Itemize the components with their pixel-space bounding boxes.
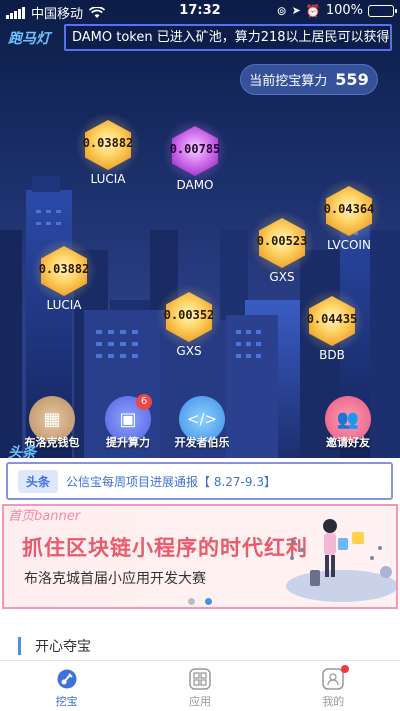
happy-treasure-section: 开心夺宝 <box>18 636 91 656</box>
mining-power-value: 559 <box>335 70 369 89</box>
gem-gxs-right[interactable]: 0.00523 GXS <box>246 210 316 298</box>
alarm-icon: ⏰ <box>305 3 321 18</box>
battery-percent: 100% <box>325 3 363 18</box>
gem-lucia-left[interactable]: 0.03882 LUCIA <box>28 238 98 326</box>
boost-badge: 6 <box>136 394 152 410</box>
tab-apps[interactable]: 应用 <box>133 661 266 711</box>
home-banner[interactable]: 首页banner 抓住区块链小程序的时代红利 布洛克城首届小应用开发大赛 <box>2 504 398 609</box>
gem-name: GXS <box>176 344 202 358</box>
banner-title: 抓住区块链小程序的时代红利 <box>22 536 308 560</box>
gem-damo[interactable]: 0.00785 DAMO <box>159 118 229 206</box>
notification-dot <box>340 665 349 673</box>
battery-icon <box>368 4 397 17</box>
gem-value: 0.00785 <box>169 142 221 156</box>
gem-value: 0.03882 <box>82 136 134 150</box>
tab-apps-label: 应用 <box>188 695 211 708</box>
gem-name: DAMO <box>176 178 214 192</box>
gem-name: GXS <box>269 270 295 284</box>
status-bar: 中国移动 17:32 ⊚ ➤ ⏰ 100% <box>0 0 400 22</box>
banner-subtitle: 布洛克城首届小应用开发大赛 <box>24 571 206 587</box>
news-text: 公信宝每周项目进展通报【 8.27-9.3】 <box>66 474 276 489</box>
developer-label: 开发者伯乐 <box>174 436 230 449</box>
location-icon: ➤ <box>291 4 301 17</box>
invite-friends-button[interactable]: 👥 邀请好友 <box>316 396 380 450</box>
gem-value: 0.00352 <box>163 308 215 322</box>
gem-value: 0.04435 <box>306 312 358 326</box>
gem-name: LUCIA <box>90 172 126 186</box>
tab-mine-label: 挖宝 <box>55 695 78 708</box>
headline-section-mark: 头条 <box>8 445 36 458</box>
gem-name: LVCOIN <box>327 238 371 252</box>
section-accent-bar <box>18 637 21 655</box>
happy-treasure-title: 开心夺宝 <box>35 639 91 655</box>
orientation-lock-icon: ⊚ <box>276 3 287 18</box>
gem-value: 0.00523 <box>256 234 308 248</box>
bottom-tab-bar: 挖宝 应用 我的 <box>0 660 400 711</box>
gem-gxs-center[interactable]: 0.00352 GXS <box>153 284 223 372</box>
mining-power-pill[interactable]: 当前挖宝算力 559 <box>240 64 378 95</box>
marquee-tag: 跑马灯 <box>8 31 50 47</box>
tab-me-label: 我的 <box>322 695 345 708</box>
marquee-text: DAMO token 已进入矿池，算力218以上居民可以获得! <box>64 24 392 51</box>
pagination-dot[interactable] <box>205 598 212 605</box>
mining-hero: 中国移动 17:32 ⊚ ➤ ⏰ 100% 跑马灯 DAMO token 已进入… <box>0 0 400 458</box>
tab-me[interactable]: 我的 <box>267 661 400 711</box>
banner-illustration <box>286 519 396 602</box>
gem-bdb[interactable]: 0.04435 BDB <box>296 288 366 376</box>
boost-power-button[interactable]: ▣ 6 提升算力 <box>96 394 160 450</box>
pagination-dot[interactable] <box>188 598 195 605</box>
gem-value: 0.03882 <box>38 262 90 276</box>
developer-button[interactable]: </> 开发者伯乐 <box>170 396 234 450</box>
apps-grid-icon <box>188 667 212 691</box>
banner-pagination <box>0 598 400 605</box>
banner-mark: 首页banner <box>8 509 81 524</box>
gem-value: 0.04364 <box>323 202 375 216</box>
gem-name: LUCIA <box>46 298 82 312</box>
mining-power-label: 当前挖宝算力 <box>249 74 328 89</box>
gem-name: BDB <box>319 348 345 362</box>
tab-mine[interactable]: 挖宝 <box>0 661 133 711</box>
invite-friends-label: 邀请好友 <box>326 436 370 449</box>
gem-lucia-top[interactable]: 0.03882 LUCIA <box>72 112 142 200</box>
news-ticker[interactable]: 头条 公信宝每周项目进展通报【 8.27-9.3】 <box>6 462 393 500</box>
gem-lvcoin[interactable]: 0.04364 LVCOIN <box>313 178 383 266</box>
boost-power-label: 提升算力 <box>106 436 150 449</box>
guitar-icon <box>55 667 79 691</box>
news-tag: 头条 <box>18 469 59 493</box>
